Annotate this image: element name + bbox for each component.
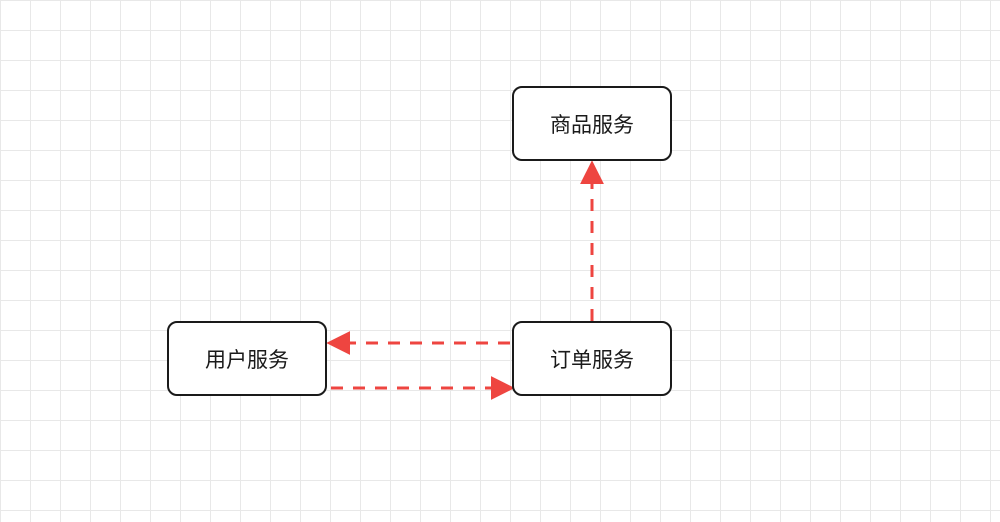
node-order-label: 订单服务 [550,344,634,374]
connector-layer [0,0,1000,522]
node-product-label: 商品服务 [550,109,634,139]
node-user-service: 用户服务 [167,321,327,396]
node-product-service: 商品服务 [512,86,672,161]
node-order-service: 订单服务 [512,321,672,396]
node-user-label: 用户服务 [205,344,289,374]
